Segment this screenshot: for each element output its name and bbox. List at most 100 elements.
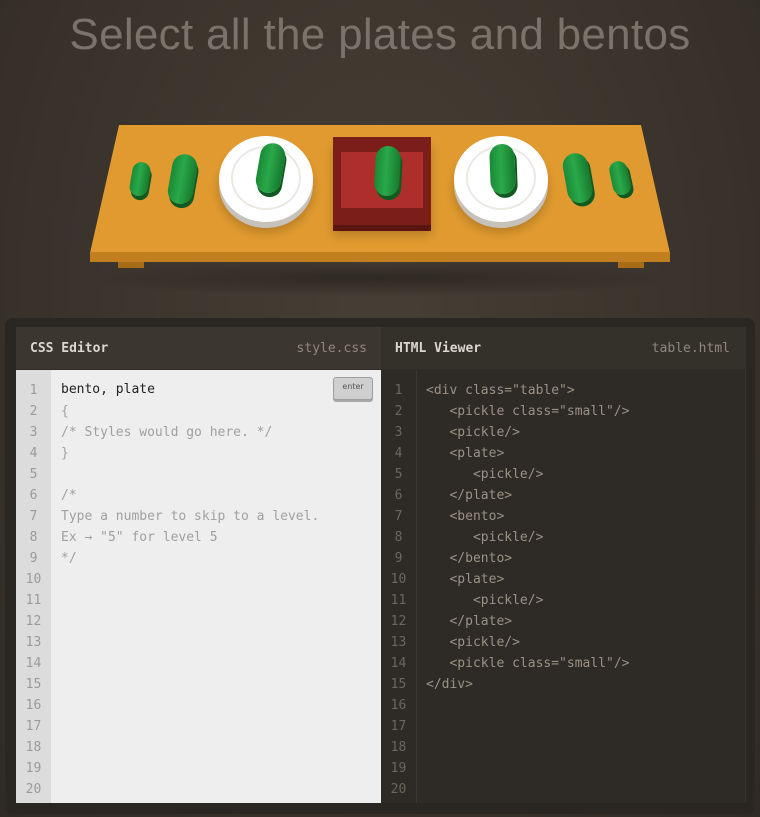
line-number: 1 bbox=[29, 383, 38, 398]
html-code-line: 5 <pickle/> bbox=[381, 464, 745, 485]
line-number: 2 bbox=[394, 404, 403, 419]
html-code-line: 9 </bento> bbox=[381, 548, 745, 569]
css-code-line: 7 Type a number to skip to a level. bbox=[16, 506, 381, 527]
html-code-line: 6 </plate> bbox=[381, 485, 745, 506]
line-number: 3 bbox=[394, 425, 403, 440]
css-editor-pane: CSS Editor style.css 1 2{3/* Styles would… bbox=[16, 327, 381, 803]
code-text: <pickle/> bbox=[426, 593, 544, 608]
code-text: </plate> bbox=[426, 614, 513, 629]
line-number: 15 bbox=[25, 677, 42, 692]
code-text: <pickle/> bbox=[426, 635, 520, 650]
line-number: 17 bbox=[390, 719, 407, 734]
css-code-line: 2{ bbox=[16, 401, 381, 422]
html-code-line: 13 <pickle/> bbox=[381, 632, 745, 653]
line-number: 20 bbox=[25, 782, 42, 797]
css-code-line: 19 bbox=[16, 758, 381, 779]
css-code-line: 13 bbox=[16, 632, 381, 653]
line-number: 10 bbox=[390, 572, 407, 587]
html-code-line: 2 <pickle class="small"/> bbox=[381, 401, 745, 422]
css-code-line: 12 bbox=[16, 611, 381, 632]
code-text: <pickle/> bbox=[426, 425, 520, 440]
line-number: 3 bbox=[29, 425, 38, 440]
line-number: 18 bbox=[25, 740, 42, 755]
table-shadow bbox=[80, 258, 680, 298]
css-code-line: 16 bbox=[16, 695, 381, 716]
css-code-line: 9 */ bbox=[16, 548, 381, 569]
css-code-line: 14 bbox=[16, 653, 381, 674]
css-editor-header: CSS Editor style.css bbox=[16, 327, 381, 370]
code-text: </plate> bbox=[426, 488, 513, 503]
line-number: 11 bbox=[25, 593, 42, 608]
html-code-line: 1 <div class="table"> bbox=[381, 380, 745, 401]
line-number: 12 bbox=[390, 614, 407, 629]
code-text: <pickle class="small"/> bbox=[426, 404, 630, 419]
html-viewer-title: HTML Viewer bbox=[395, 340, 482, 356]
line-number: 16 bbox=[25, 698, 42, 713]
pickle-on-plate[interactable] bbox=[489, 143, 516, 195]
html-code-line: 17 bbox=[381, 716, 745, 737]
code-text: Ex → "5" for level 5 bbox=[61, 530, 218, 545]
code-text: </bento> bbox=[426, 551, 513, 566]
line-number: 13 bbox=[390, 635, 407, 650]
code-text: <plate> bbox=[426, 572, 505, 587]
line-number: 6 bbox=[394, 488, 403, 503]
line-number: 18 bbox=[390, 740, 407, 755]
line-number: 7 bbox=[394, 509, 403, 524]
html-viewer-header: HTML Viewer table.html bbox=[381, 327, 746, 370]
table-leg-left bbox=[118, 262, 144, 268]
code-text: <bento> bbox=[426, 509, 505, 524]
line-number: 19 bbox=[390, 761, 407, 776]
html-viewer-filename: table.html bbox=[651, 340, 730, 356]
css-code-line: 6 /* bbox=[16, 485, 381, 506]
html-code-line: 12 </plate> bbox=[381, 611, 745, 632]
html-code-line: 10 <plate> bbox=[381, 569, 745, 590]
css-editor-title: CSS Editor bbox=[30, 340, 109, 356]
line-number: 4 bbox=[29, 446, 38, 461]
html-code-line: 11 <pickle/> bbox=[381, 590, 745, 611]
html-code-line: 3 <pickle/> bbox=[381, 422, 745, 443]
css-code-line: 8 Ex → "5" for level 5 bbox=[16, 527, 381, 548]
html-viewer-body: 1 <div class="table"> 2 <pickle class="sma… bbox=[381, 370, 746, 803]
html-code-line: 18 bbox=[381, 737, 745, 758]
css-editor-filename: style.css bbox=[296, 340, 367, 356]
css-code-line: 3 /* Styles would go here. */ bbox=[16, 422, 381, 443]
code-text: </div> bbox=[426, 677, 473, 692]
code-text: } bbox=[61, 446, 69, 461]
enter-button[interactable]: enter bbox=[333, 377, 373, 400]
line-number: 19 bbox=[25, 761, 42, 776]
line-number: 14 bbox=[390, 656, 407, 671]
css-code-line: 10 bbox=[16, 569, 381, 590]
css-code-line: 15 bbox=[16, 674, 381, 695]
line-number: 2 bbox=[29, 404, 38, 419]
line-number: 4 bbox=[394, 446, 403, 461]
css-code-line: 5 bbox=[16, 464, 381, 485]
line-number: 9 bbox=[29, 551, 38, 566]
level-instruction: Select all the plates and bentos bbox=[69, 10, 691, 59]
code-text: <pickle/> bbox=[426, 530, 544, 545]
line-number: 7 bbox=[29, 509, 38, 524]
html-code-line: 4 <plate> bbox=[381, 443, 745, 464]
css-selector-input[interactable] bbox=[61, 379, 321, 400]
code-text: <pickle/> bbox=[426, 467, 544, 482]
pickle-in-bento[interactable] bbox=[373, 145, 402, 197]
line-number: 5 bbox=[29, 467, 38, 482]
css-code-line: 17 bbox=[16, 716, 381, 737]
line-number: 13 bbox=[25, 635, 42, 650]
code-text: { bbox=[61, 404, 69, 419]
line-number: 14 bbox=[25, 656, 42, 671]
line-number: 10 bbox=[25, 572, 42, 587]
css-code-line: 18 bbox=[16, 737, 381, 758]
line-number: 1 bbox=[394, 383, 403, 398]
html-code-line: 14 <pickle class="small"/> bbox=[381, 653, 745, 674]
css-code-line: 20 bbox=[16, 779, 381, 800]
html-code-line: 7 <bento> bbox=[381, 506, 745, 527]
game-page: Select all the plates and bentos CSS Edi… bbox=[0, 0, 760, 817]
html-code-line: 20 bbox=[381, 779, 745, 800]
html-viewer-pane: HTML Viewer table.html 1 <div class="tabl… bbox=[381, 327, 746, 803]
html-code-line: 19 bbox=[381, 758, 745, 779]
html-code-line: 8 <pickle/> bbox=[381, 527, 745, 548]
css-code-line: 11 bbox=[16, 590, 381, 611]
code-text: <plate> bbox=[426, 446, 505, 461]
css-code-line: 4} bbox=[16, 443, 381, 464]
code-text: <pickle class="small"/> bbox=[426, 656, 630, 671]
